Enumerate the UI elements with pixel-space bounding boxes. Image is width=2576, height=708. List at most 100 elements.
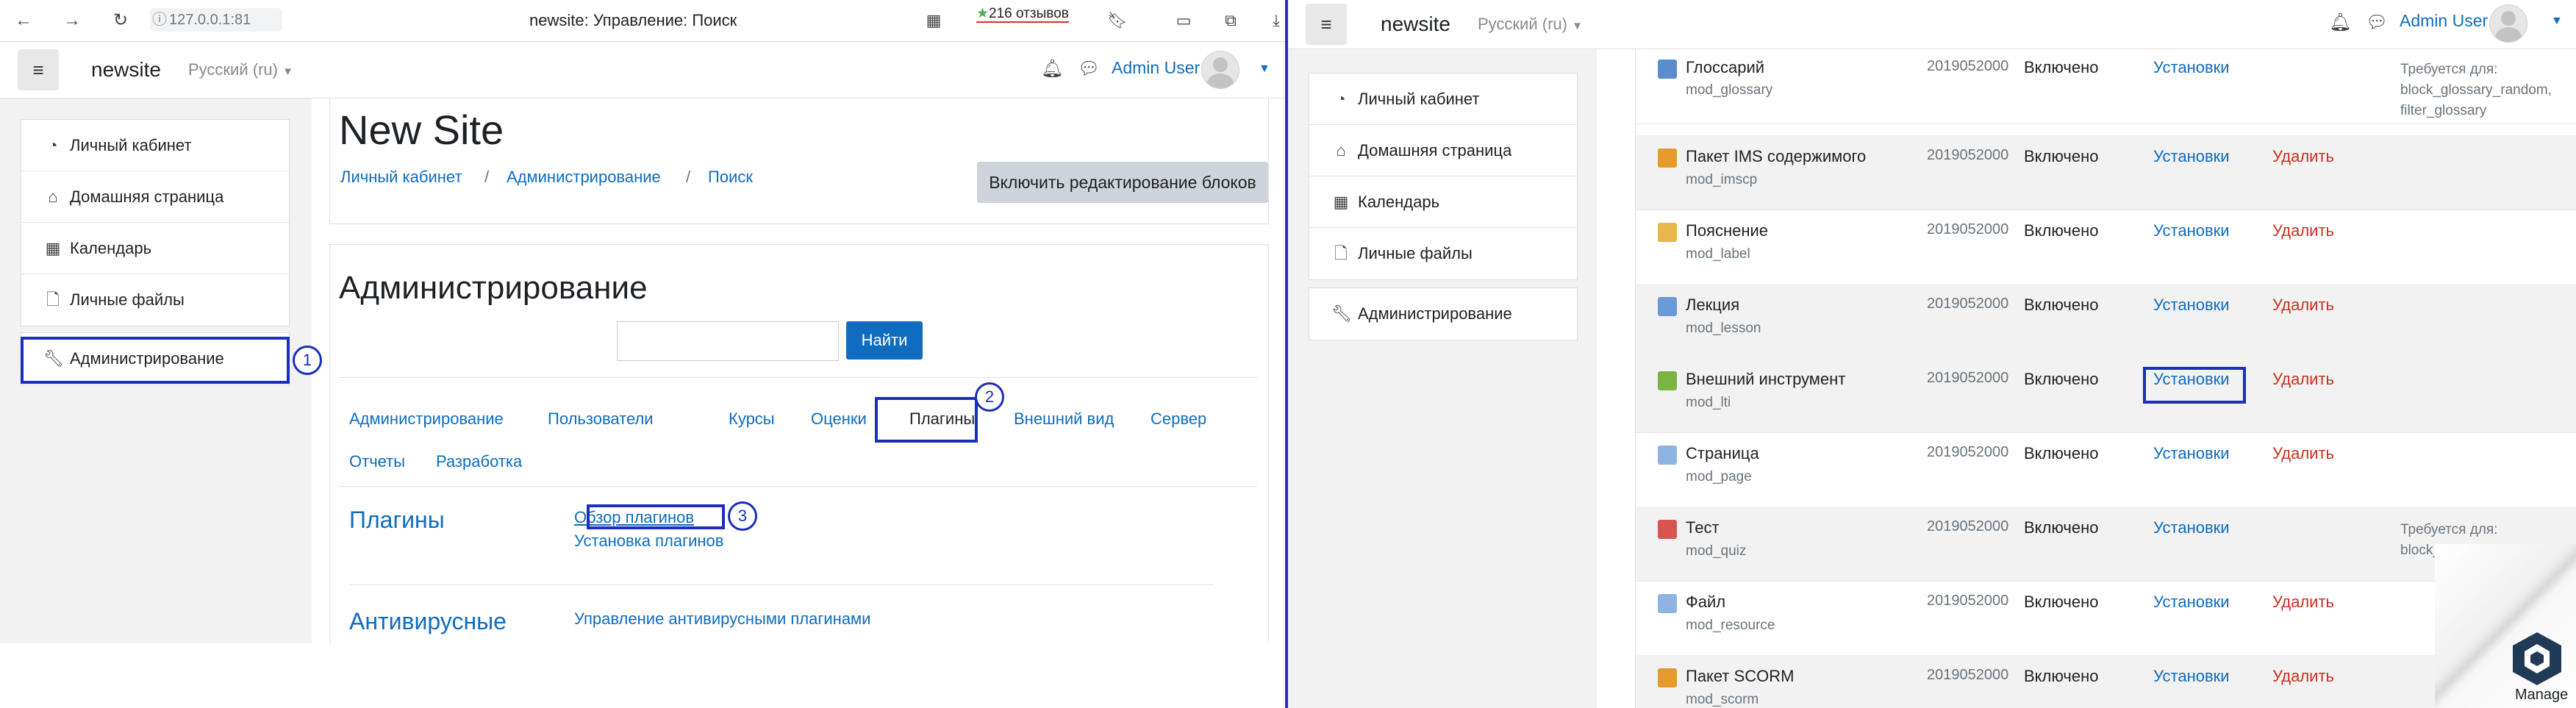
plugin-settings-link[interactable]: Установки [2153,147,2230,166]
tab-users[interactable]: Пользователи [548,410,654,429]
manage-logo-icon[interactable] [2508,631,2566,687]
bell-icon[interactable]: 🔔︎ [2329,12,2351,33]
highlight-lti-settings [2143,367,2246,404]
language-menu[interactable]: Русский (ru) ▼ [1478,15,1583,34]
bell-icon[interactable]: 🔔︎ [1041,58,1063,79]
tab-courses[interactable]: Курсы [729,410,775,429]
breadcrumb-separator: / [484,168,490,186]
tab-grades[interactable]: Оценки [811,410,867,429]
package-icon [1658,668,1677,687]
plugin-requires: Требуется для: block_glossary_random, filt… [2400,60,2552,121]
user-name[interactable]: Admin User [2400,11,2488,31]
drawer-item-administration[interactable]: 🔧︎ Администрирование [1309,288,1577,340]
back-icon[interactable]: ← [9,6,38,35]
extension-icon[interactable]: ▦ [919,6,948,35]
drawer-item-dashboard[interactable]: ◔ Личный кабинет [1309,74,1577,125]
drawer-item-calendar[interactable]: ▦ Календарь [1309,176,1577,228]
drawer-item-home[interactable]: ⌂ Домашняя страница [21,171,289,223]
address-bar[interactable]: ⓘ 127.0.0.1:81 [150,8,282,32]
breadcrumb-admin[interactable]: Администрирование [507,168,661,187]
drawer-item-label: Домашняя страница [1358,141,1512,160]
plugin-module: mod_quiz [1686,543,1747,559]
tab-appearance[interactable]: Внешний вид [1014,410,1114,429]
highlight-administration [21,337,290,384]
plugin-delete-link[interactable]: Удалить [2272,221,2334,240]
plugin-version: 2019052000 [1927,147,2009,163]
avatar[interactable] [2489,4,2527,43]
message-icon[interactable]: 💬︎ [1078,58,1100,79]
plugin-name: Страница [1686,444,1759,462]
highlight-plugins-tab [875,397,978,443]
menu-toggle-button[interactable]: ≡ [1306,4,1347,45]
plugin-delete-link[interactable]: Удалить [2272,667,2334,686]
user-name[interactable]: Admin User [1112,58,1200,78]
avatar[interactable] [1201,51,1239,89]
user-menu-caret-icon[interactable]: ▼ [1259,62,1270,76]
admin-search-input[interactable] [617,321,839,361]
file-icon: 🗋︎ [46,290,60,309]
search-button[interactable]: Найти [846,321,923,360]
plugin-settings-link[interactable]: Установки [2153,593,2230,612]
drawer-item-home[interactable]: ⌂ Домашняя страница [1309,125,1577,176]
bookmark-icon[interactable]: 🔖︎ [1103,6,1132,35]
plugin-settings-link[interactable]: Установки [2153,296,2230,315]
plugin-status: Включено [2024,444,2099,462]
link-install-plugins[interactable]: Установка плагинов [574,532,723,551]
section-title-antivirus[interactable]: Антивирусные [349,608,507,635]
drawer-item-calendar[interactable]: ▦ Календарь [21,223,289,274]
plugin-version: 2019052000 [1927,370,2009,386]
drawer-item-dashboard[interactable]: ◔ Личный кабинет [21,120,289,171]
tab-development[interactable]: Разработка [436,452,522,471]
plugin-settings-link[interactable]: Установки [2153,221,2230,240]
plugin-version: 2019052000 [1927,221,2009,237]
download-icon[interactable]: ⤓ [1262,6,1285,35]
nav-drawer: ◔ Личный кабинет ⌂ Домашняя страница ▦ Кале… [1288,49,1600,708]
reload-icon[interactable]: ↻ [106,6,135,35]
drawer-item-files[interactable]: 🗋︎ Личные файлы [21,274,289,326]
drawer-item-label: Календарь [70,239,152,257]
plugin-status: Включено [2024,518,2099,537]
plugin-delete-link[interactable]: Удалить [2272,593,2334,612]
language-menu[interactable]: Русский (ru) ▼ [188,60,293,79]
battery-icon: ▭ [1176,11,1192,29]
breadcrumb-dashboard[interactable]: Личный кабинет [340,168,462,187]
link-antivirus-manage[interactable]: Управление антивирусными плагинами [574,609,870,629]
plugin-delete-link[interactable]: Удалить [2272,444,2334,463]
reviews-count: 216 отзывов [989,6,1069,21]
drawer-item-files[interactable]: 🗋︎ Личные файлы [1309,228,1577,279]
plugin-delete-link[interactable]: Удалить [2272,296,2334,315]
edit-blocks-button[interactable]: Включить редактирование блоков [977,162,1268,203]
glossary-icon [1658,60,1677,79]
plugin-name: Файл [1686,593,1726,611]
table-row: Пакет IMS содержимого mod_imscp 20190520… [1636,135,2576,210]
plugin-status: Включено [2024,221,2099,240]
menu-toggle-button[interactable]: ≡ [18,49,59,90]
main-content: New Site Личный кабинет / Администрирова… [312,99,1285,643]
translate-icon[interactable]: ⧉ [1216,6,1245,35]
plugin-settings-link[interactable]: Установки [2153,444,2230,463]
plugin-delete-link[interactable]: Удалить [2272,147,2334,166]
tab-reports[interactable]: Отчеты [349,452,405,471]
highlight-plugins-overview [587,504,725,529]
plugin-settings-link[interactable]: Установки [2153,518,2230,537]
tab-administration[interactable]: Администрирование [349,410,504,429]
plugin-settings-link[interactable]: Установки [2153,58,2230,77]
plugin-settings-link[interactable]: Установки [2153,667,2230,686]
puzzle-icon [1658,371,1677,390]
site-brand[interactable]: newsite [91,58,161,82]
site-brand[interactable]: newsite [1381,12,1450,36]
plugin-module: mod_lesson [1686,321,1761,336]
reviews-badge[interactable]: ★216 отзывов [976,7,1069,23]
section-title-plugins[interactable]: Плагины [349,507,445,534]
left-screenshot: ← → ↻ ⓘ 127.0.0.1:81 newsite: Управление:… [0,0,1285,643]
breadcrumb-search[interactable]: Поиск [708,168,753,187]
plugin-module: mod_resource [1686,618,1775,633]
message-icon[interactable]: 💬︎ [2366,12,2388,33]
tab-server[interactable]: Сервер [1151,410,1206,429]
requires-label: Требуется для: [2400,522,2498,537]
manage-label[interactable]: Manage [2515,687,2568,704]
plugin-delete-link[interactable]: Удалить [2272,370,2334,389]
user-menu-caret-icon[interactable]: ▼ [2551,15,2563,28]
forward-icon[interactable]: → [57,6,87,35]
moodle-navbar: ≡ newsite Русский (ru) ▼ 🔔︎ 💬︎ Admin Use… [1288,0,2576,49]
